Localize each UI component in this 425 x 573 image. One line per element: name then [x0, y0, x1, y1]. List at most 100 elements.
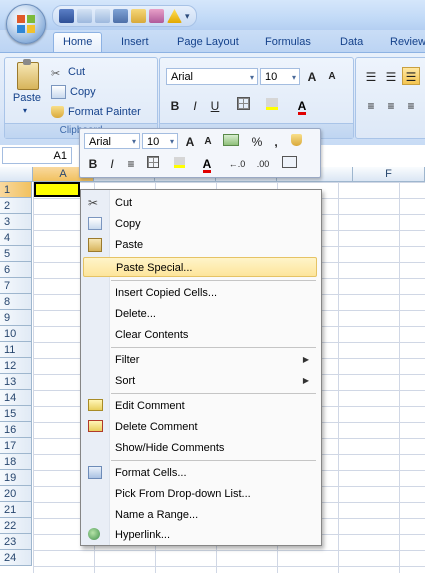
undo-icon[interactable] — [77, 9, 92, 23]
font-color-button[interactable]: A — [290, 96, 314, 115]
row-header-7[interactable]: 7 — [0, 278, 32, 294]
redo-icon[interactable] — [95, 9, 110, 23]
mini-shrink-font-button[interactable]: A — [199, 132, 217, 150]
row-header-22[interactable]: 22 — [0, 518, 32, 534]
menu-item-copy[interactable]: Copy — [83, 214, 317, 234]
mini-fill-color-button[interactable] — [168, 154, 190, 172]
font-name-combo[interactable]: Arial ▾ — [166, 68, 258, 85]
row-header-12[interactable]: 12 — [0, 358, 32, 374]
row-header-15[interactable]: 15 — [0, 406, 32, 422]
row-header-5[interactable]: 5 — [0, 246, 32, 262]
mini-borders-button[interactable] — [142, 154, 164, 172]
row-header-19[interactable]: 19 — [0, 470, 32, 486]
mini-font-color-button[interactable]: A — [196, 154, 218, 173]
merge-center-icon[interactable] — [278, 154, 300, 172]
fill-color-button[interactable] — [260, 96, 284, 114]
row-header-23[interactable]: 23 — [0, 534, 32, 550]
selected-cell-a1[interactable] — [34, 182, 80, 197]
italic-button[interactable]: I — [186, 96, 204, 114]
align-center-icon[interactable]: ≡ — [382, 96, 400, 114]
ribbon-tabs: Home Insert Page Layout Formulas Data Re… — [0, 30, 425, 52]
menu-item-filter[interactable]: Filter ▶ — [83, 350, 317, 370]
align-middle-icon[interactable]: ☰ — [382, 67, 400, 85]
align-top-icon[interactable]: ☰ — [362, 67, 380, 85]
font-size-combo[interactable]: 10 ▾ — [260, 68, 300, 85]
menu-item-format-cells[interactable]: Format Cells... — [83, 463, 317, 483]
print-preview-icon[interactable] — [113, 9, 128, 23]
mini-font-name-combo[interactable]: Arial ▾ — [84, 133, 140, 149]
align-bottom-icon[interactable]: ☰ — [402, 67, 420, 85]
mini-format-painter-button[interactable] — [287, 132, 305, 150]
row-header-4[interactable]: 4 — [0, 230, 32, 246]
menu-item-label: Cut — [115, 197, 133, 209]
row-header-11[interactable]: 11 — [0, 342, 32, 358]
mini-grow-font-button[interactable]: A — [181, 132, 199, 150]
menu-item-delete[interactable]: Delete... — [83, 304, 317, 324]
decrease-decimal-icon[interactable]: .00 — [252, 154, 274, 172]
row-header-18[interactable]: 18 — [0, 454, 32, 470]
menu-item-hyperlink[interactable]: Hyperlink... — [83, 525, 317, 545]
row-header-24[interactable]: 24 — [0, 550, 32, 566]
increase-decimal-icon[interactable]: ←.0 — [226, 154, 248, 172]
row-header-21[interactable]: 21 — [0, 502, 32, 518]
mini-bold-button[interactable]: B — [84, 154, 102, 172]
tab-page-layout[interactable]: Page Layout — [168, 33, 248, 52]
menu-item-edit-comment[interactable]: Edit Comment — [83, 396, 317, 416]
customize-qat-icon[interactable]: ▾ — [185, 11, 190, 22]
row-header-2[interactable]: 2 — [0, 198, 32, 214]
row-header-10[interactable]: 10 — [0, 326, 32, 342]
column-header-f[interactable]: F — [353, 167, 425, 181]
mini-accounting-button[interactable] — [219, 132, 243, 150]
menu-item-paste-special[interactable]: Paste Special... — [83, 257, 317, 277]
underline-label: U — [210, 99, 220, 113]
grow-font-button[interactable]: A — [303, 67, 321, 85]
menu-item-pick-from-list[interactable]: Pick From Drop-down List... — [83, 484, 317, 504]
align-left-icon[interactable]: ≡ — [362, 96, 380, 114]
open-folder-icon[interactable] — [131, 9, 146, 23]
row-header-9[interactable]: 9 — [0, 310, 32, 326]
warning-icon[interactable] — [167, 9, 182, 23]
name-box[interactable]: A1 — [2, 147, 72, 164]
row-header-17[interactable]: 17 — [0, 438, 32, 454]
row-header-1[interactable]: 1 — [0, 182, 32, 198]
menu-item-clear-contents[interactable]: Clear Contents — [83, 325, 317, 345]
office-button[interactable] — [6, 4, 46, 44]
row-header-13[interactable]: 13 — [0, 374, 32, 390]
bold-button[interactable]: B — [166, 96, 184, 114]
row-header-20[interactable]: 20 — [0, 486, 32, 502]
mini-comma-button[interactable]: , — [267, 132, 285, 150]
shrink-font-button[interactable]: A — [323, 67, 341, 85]
row-header-3[interactable]: 3 — [0, 214, 32, 230]
menu-item-label: Hyperlink... — [115, 529, 171, 541]
format-painter-button[interactable]: Format Painter — [51, 104, 141, 120]
tab-insert[interactable]: Insert — [112, 33, 158, 52]
tab-review[interactable]: Review — [381, 33, 425, 52]
menu-item-delete-comment[interactable]: Delete Comment — [83, 417, 317, 437]
menu-item-show-hide-comments[interactable]: Show/Hide Comments — [83, 438, 317, 458]
row-header-6[interactable]: 6 — [0, 262, 32, 278]
mini-italic-button[interactable]: I — [103, 154, 121, 172]
menu-item-insert-copied-cells[interactable]: Insert Copied Cells... — [83, 283, 317, 303]
row-header-14[interactable]: 14 — [0, 390, 32, 406]
menu-item-name-a-range[interactable]: Name a Range... — [83, 505, 317, 525]
save-icon[interactable] — [59, 9, 74, 23]
align-right-icon[interactable]: ≡ — [402, 96, 420, 114]
row-header-16[interactable]: 16 — [0, 422, 32, 438]
paste-button[interactable]: Paste ▾ — [11, 59, 43, 116]
row-header-8[interactable]: 8 — [0, 294, 32, 310]
copy-button[interactable]: Copy — [51, 84, 96, 100]
menu-item-paste[interactable]: Paste — [83, 235, 317, 255]
mini-center-button[interactable]: ≡ — [122, 154, 140, 172]
menu-item-sort[interactable]: Sort ▶ — [83, 371, 317, 391]
tab-data[interactable]: Data — [331, 33, 372, 52]
chart-icon[interactable] — [149, 9, 164, 23]
tab-formulas[interactable]: Formulas — [256, 33, 320, 52]
select-all-corner[interactable] — [0, 167, 33, 181]
underline-button[interactable]: U — [206, 96, 224, 114]
tab-home[interactable]: Home — [53, 32, 103, 52]
mini-percent-button[interactable]: % — [248, 132, 266, 150]
menu-item-cut[interactable]: ✂ Cut — [83, 193, 317, 213]
mini-font-size-combo[interactable]: 10 ▾ — [142, 133, 178, 149]
cut-button[interactable]: ✂ Cut — [51, 64, 85, 80]
borders-button[interactable] — [232, 96, 254, 114]
